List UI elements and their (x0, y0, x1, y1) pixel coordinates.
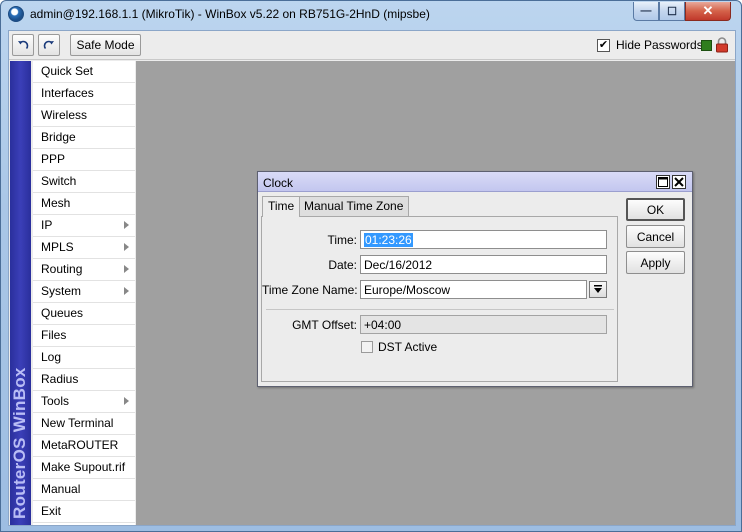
menu-item-label: IP (41, 218, 53, 232)
submenu-arrow-icon (124, 243, 129, 251)
tab-time[interactable]: Time (262, 196, 301, 217)
gmt-offset-field: +04:00 (360, 315, 607, 334)
submenu-arrow-icon (124, 265, 129, 273)
winbox-app-icon (8, 6, 24, 22)
menu-item-make-supout[interactable]: Make Supout.rif (33, 457, 135, 479)
menu-item-wireless[interactable]: Wireless (33, 105, 135, 127)
redo-icon (43, 40, 54, 50)
hide-passwords-checkbox[interactable]: ✔ (597, 38, 610, 52)
dst-active-indicator: DST Active (361, 340, 437, 354)
redo-button[interactable] (38, 34, 60, 56)
gmt-offset-label: GMT Offset: (292, 318, 357, 332)
safe-mode-button[interactable]: Safe Mode (70, 34, 141, 56)
menu-item-radius[interactable]: Radius (33, 369, 135, 391)
connection-status-icon (701, 40, 712, 51)
dst-active-checkbox (361, 341, 373, 353)
menu-item-routing[interactable]: Routing (33, 259, 135, 281)
submenu-arrow-icon (124, 287, 129, 295)
menu-item-quick-set[interactable]: Quick Set (33, 61, 135, 83)
menu-item-switch[interactable]: Switch (33, 171, 135, 193)
date-field[interactable]: Dec/16/2012 (360, 255, 607, 274)
time-value: 01:23:26 (364, 233, 413, 247)
minimize-button[interactable]: — (633, 2, 659, 21)
menu-item-label: Tools (41, 394, 70, 408)
client-area: Safe Mode ✔ Hide Passwords RouterOS WinB… (8, 30, 736, 526)
maximize-button[interactable]: ☐ (659, 2, 685, 21)
menu-item-metarouter[interactable]: MetaROUTER (33, 435, 135, 457)
time-tab-panel: Time: 01:23:26 Date: Dec/16/2012 Time Zo… (261, 216, 618, 382)
menu-item-ppp[interactable]: PPP (33, 149, 135, 171)
menu-item-label: MPLS (41, 240, 74, 254)
clock-dialog: Clock Time Manual Time Zone Time: 01:23:… (257, 171, 693, 387)
close-icon (674, 177, 684, 187)
menu-item-tools[interactable]: Tools (33, 391, 135, 413)
dst-active-label: DST Active (378, 340, 438, 354)
brand-strip: RouterOS WinBox (10, 61, 31, 525)
dialog-close-button[interactable] (672, 175, 686, 189)
menu-item-system[interactable]: System (33, 281, 135, 303)
clock-dialog-titlebar[interactable]: Clock (258, 172, 692, 192)
submenu-arrow-icon (124, 397, 129, 405)
menu-item-queues[interactable]: Queues (33, 303, 135, 325)
time-field[interactable]: 01:23:26 (360, 230, 607, 249)
menu-item-exit[interactable]: Exit (33, 501, 135, 523)
separator (266, 309, 614, 310)
ok-button[interactable]: OK (626, 198, 685, 221)
menu-item-ip[interactable]: IP (33, 215, 135, 237)
clock-dialog-title: Clock (263, 176, 294, 190)
time-zone-select[interactable]: Europe/Moscow (360, 280, 587, 299)
maximize-icon (658, 177, 668, 187)
undo-button[interactable] (12, 34, 34, 56)
dropdown-arrow-icon (594, 285, 602, 293)
menu-item-label: Routing (41, 262, 83, 276)
cancel-button[interactable]: Cancel (626, 225, 685, 248)
menu-item-interfaces[interactable]: Interfaces (33, 83, 135, 105)
toolbar: Safe Mode ✔ Hide Passwords (9, 31, 735, 60)
menu-item-mesh[interactable]: Mesh (33, 193, 135, 215)
close-button[interactable]: ✕ (685, 2, 731, 21)
hide-passwords-label: Hide Passwords (616, 38, 703, 52)
menu-item-manual[interactable]: Manual (33, 479, 135, 501)
time-zone-name-label: Time Zone Name: (262, 283, 358, 297)
winbox-window: admin@192.168.1.1 (MikroTik) - WinBox v5… (0, 0, 742, 532)
hide-passwords-toggle[interactable]: ✔ Hide Passwords (597, 38, 703, 52)
time-zone-dropdown-button[interactable] (589, 281, 607, 298)
date-label: Date: (328, 258, 357, 272)
undo-icon (18, 40, 29, 50)
window-title: admin@192.168.1.1 (MikroTik) - WinBox v5… (30, 7, 430, 21)
menu-item-new-terminal[interactable]: New Terminal (33, 413, 135, 435)
submenu-arrow-icon (124, 221, 129, 229)
dialog-maximize-button[interactable] (656, 175, 670, 189)
brand-text: RouterOS WinBox (10, 367, 29, 519)
tab-manual-time-zone[interactable]: Manual Time Zone (298, 196, 410, 216)
menu-item-bridge[interactable]: Bridge (33, 127, 135, 149)
menu-item-files[interactable]: Files (33, 325, 135, 347)
title-bar[interactable]: admin@192.168.1.1 (MikroTik) - WinBox v5… (1, 1, 741, 27)
lock-icon (716, 37, 728, 53)
apply-button[interactable]: Apply (626, 251, 685, 274)
menu-item-log[interactable]: Log (33, 347, 135, 369)
time-label: Time: (327, 233, 357, 247)
menu-item-label: System (41, 284, 82, 298)
menu-item-mpls[interactable]: MPLS (33, 237, 135, 259)
main-menu: Quick Set Interfaces Wireless Bridge PPP… (33, 61, 135, 525)
